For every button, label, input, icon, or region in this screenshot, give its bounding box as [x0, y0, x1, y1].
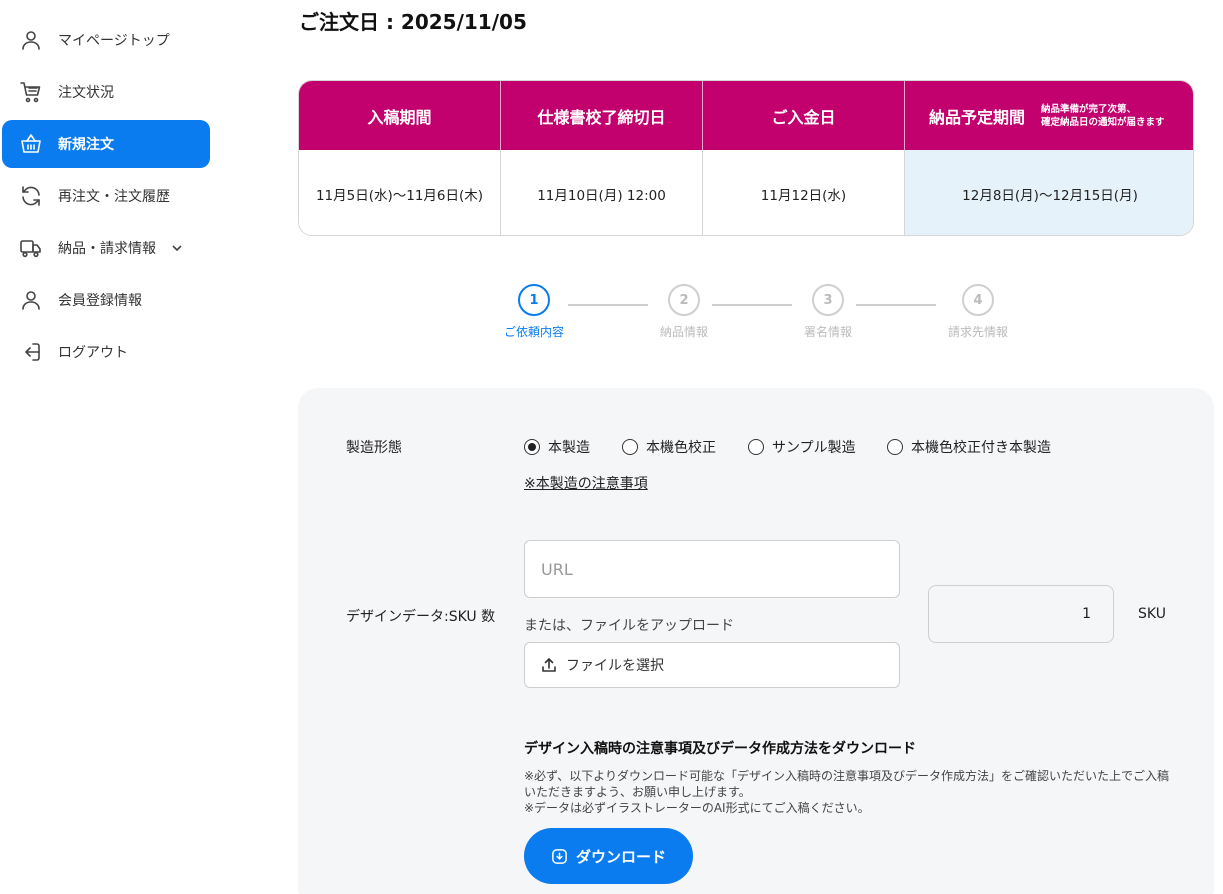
sidebar-item-label: 新規注文 — [58, 137, 114, 153]
url-input[interactable] — [524, 540, 900, 598]
sidebar-item-new-order[interactable]: 新規注文 — [2, 120, 210, 168]
sidebar-item-label: 再注文・注文履歴 — [58, 189, 170, 205]
step-connector — [856, 304, 936, 306]
cart-icon — [18, 79, 44, 105]
sidebar: マイページトップ 注文状況 新規注文 再注文・注文履歴 納品・請求情報 会員登録… — [0, 0, 215, 894]
schedule-header: 入稿期間 — [299, 81, 501, 150]
download-icon — [552, 848, 567, 864]
step-2-label: 納品情報 — [659, 325, 708, 339]
sidebar-item-label: 納品・請求情報 — [58, 241, 156, 257]
schedule-header-delivery: 納品予定期間 納品準備が完了次第、 確定納品日の通知が届きます — [905, 81, 1193, 150]
upload-hint: または、ファイルをアップロード — [524, 618, 734, 634]
step-4-label: 請求先情報 — [947, 325, 1008, 339]
sku-count-input[interactable] — [928, 585, 1114, 643]
basket-icon — [18, 131, 44, 157]
upload-icon — [542, 658, 556, 672]
truck-icon — [18, 235, 44, 261]
download-button[interactable]: ダウンロード — [524, 828, 693, 884]
sidebar-item-order-status[interactable]: 注文状況 — [2, 68, 210, 116]
radio-dot[interactable] — [622, 439, 638, 455]
schedule-header: ご入金日 — [703, 81, 905, 150]
sidebar-item-label: 注文状況 — [58, 85, 114, 101]
step-1-label: ご依頼内容 — [503, 325, 564, 339]
radio-press-proof-production[interactable]: 本機色校正付き本製造 — [887, 437, 1051, 457]
step-connector — [712, 304, 792, 306]
delivery-note: 納品準備が完了次第、 確定納品日の通知が届きます — [1041, 103, 1165, 128]
schedule-table: 入稿期間 仕様書校了締切日 ご入金日 納品予定期間 納品準備が完了次第、 確定納… — [298, 80, 1194, 236]
schedule-cell: 11月12日(水) — [703, 150, 905, 235]
sidebar-item-member-info[interactable]: 会員登録情報 — [2, 276, 210, 324]
radio-press-proof[interactable]: 本機色校正 — [622, 437, 716, 457]
sidebar-item-label: 会員登録情報 — [58, 293, 142, 309]
refresh-icon — [18, 183, 44, 209]
radio-sample[interactable]: サンプル製造 — [748, 437, 856, 457]
page-title: ご注文日 : 2025/11/05 — [299, 10, 527, 34]
sidebar-item-label: マイページトップ — [58, 33, 170, 49]
user-icon — [18, 27, 44, 53]
step-4-circle: 4 — [962, 284, 994, 316]
sidebar-item-delivery-billing[interactable]: 納品・請求情報 — [2, 224, 210, 272]
download-notes: ※必ず、以下よりダウンロード可能な「デザイン入稿時の注意事項及びデータ作成方法」… — [524, 769, 1169, 815]
production-notice-link[interactable]: ※本製造の注意事項 — [524, 473, 648, 493]
schedule-header-label: 納品予定期間 — [929, 107, 1026, 127]
sidebar-item-reorder-history[interactable]: 再注文・注文履歴 — [2, 172, 210, 220]
schedule-cell: 11月5日(水)〜11月6日(木) — [299, 150, 501, 235]
sidebar-item-logout[interactable]: ログアウト — [2, 328, 210, 376]
sidebar-item-mypage[interactable]: マイページトップ — [2, 16, 210, 64]
schedule-cell: 11月10日(月) 12:00 — [501, 150, 703, 235]
chevron-down-icon[interactable] — [170, 241, 184, 255]
download-section-title: デザイン入稿時の注意事項及びデータ作成方法をダウンロード — [524, 741, 916, 757]
radio-dot-selected[interactable] — [524, 439, 540, 455]
logout-icon — [18, 339, 44, 365]
step-3-circle: 3 — [812, 284, 844, 316]
manufacturing-label: 製造形態 — [346, 440, 402, 456]
step-2-circle: 2 — [668, 284, 700, 316]
schedule-cell-delivery: 12月8日(月)〜12月15日(月) — [905, 150, 1193, 235]
sku-unit-label: SKU — [1138, 606, 1166, 622]
radio-production[interactable]: 本製造 — [524, 437, 590, 457]
user-icon — [18, 287, 44, 313]
step-3-label: 署名情報 — [803, 325, 852, 339]
step-1-circle: 1 — [518, 284, 550, 316]
design-data-label: デザインデータ:SKU 数 — [346, 609, 496, 625]
sidebar-item-label: ログアウト — [58, 345, 128, 361]
radio-dot[interactable] — [887, 439, 903, 455]
schedule-header: 仕様書校了締切日 — [501, 81, 703, 150]
step-connector — [568, 304, 648, 306]
radio-dot[interactable] — [748, 439, 764, 455]
file-select-button[interactable]: ファイルを選択 — [524, 642, 900, 688]
